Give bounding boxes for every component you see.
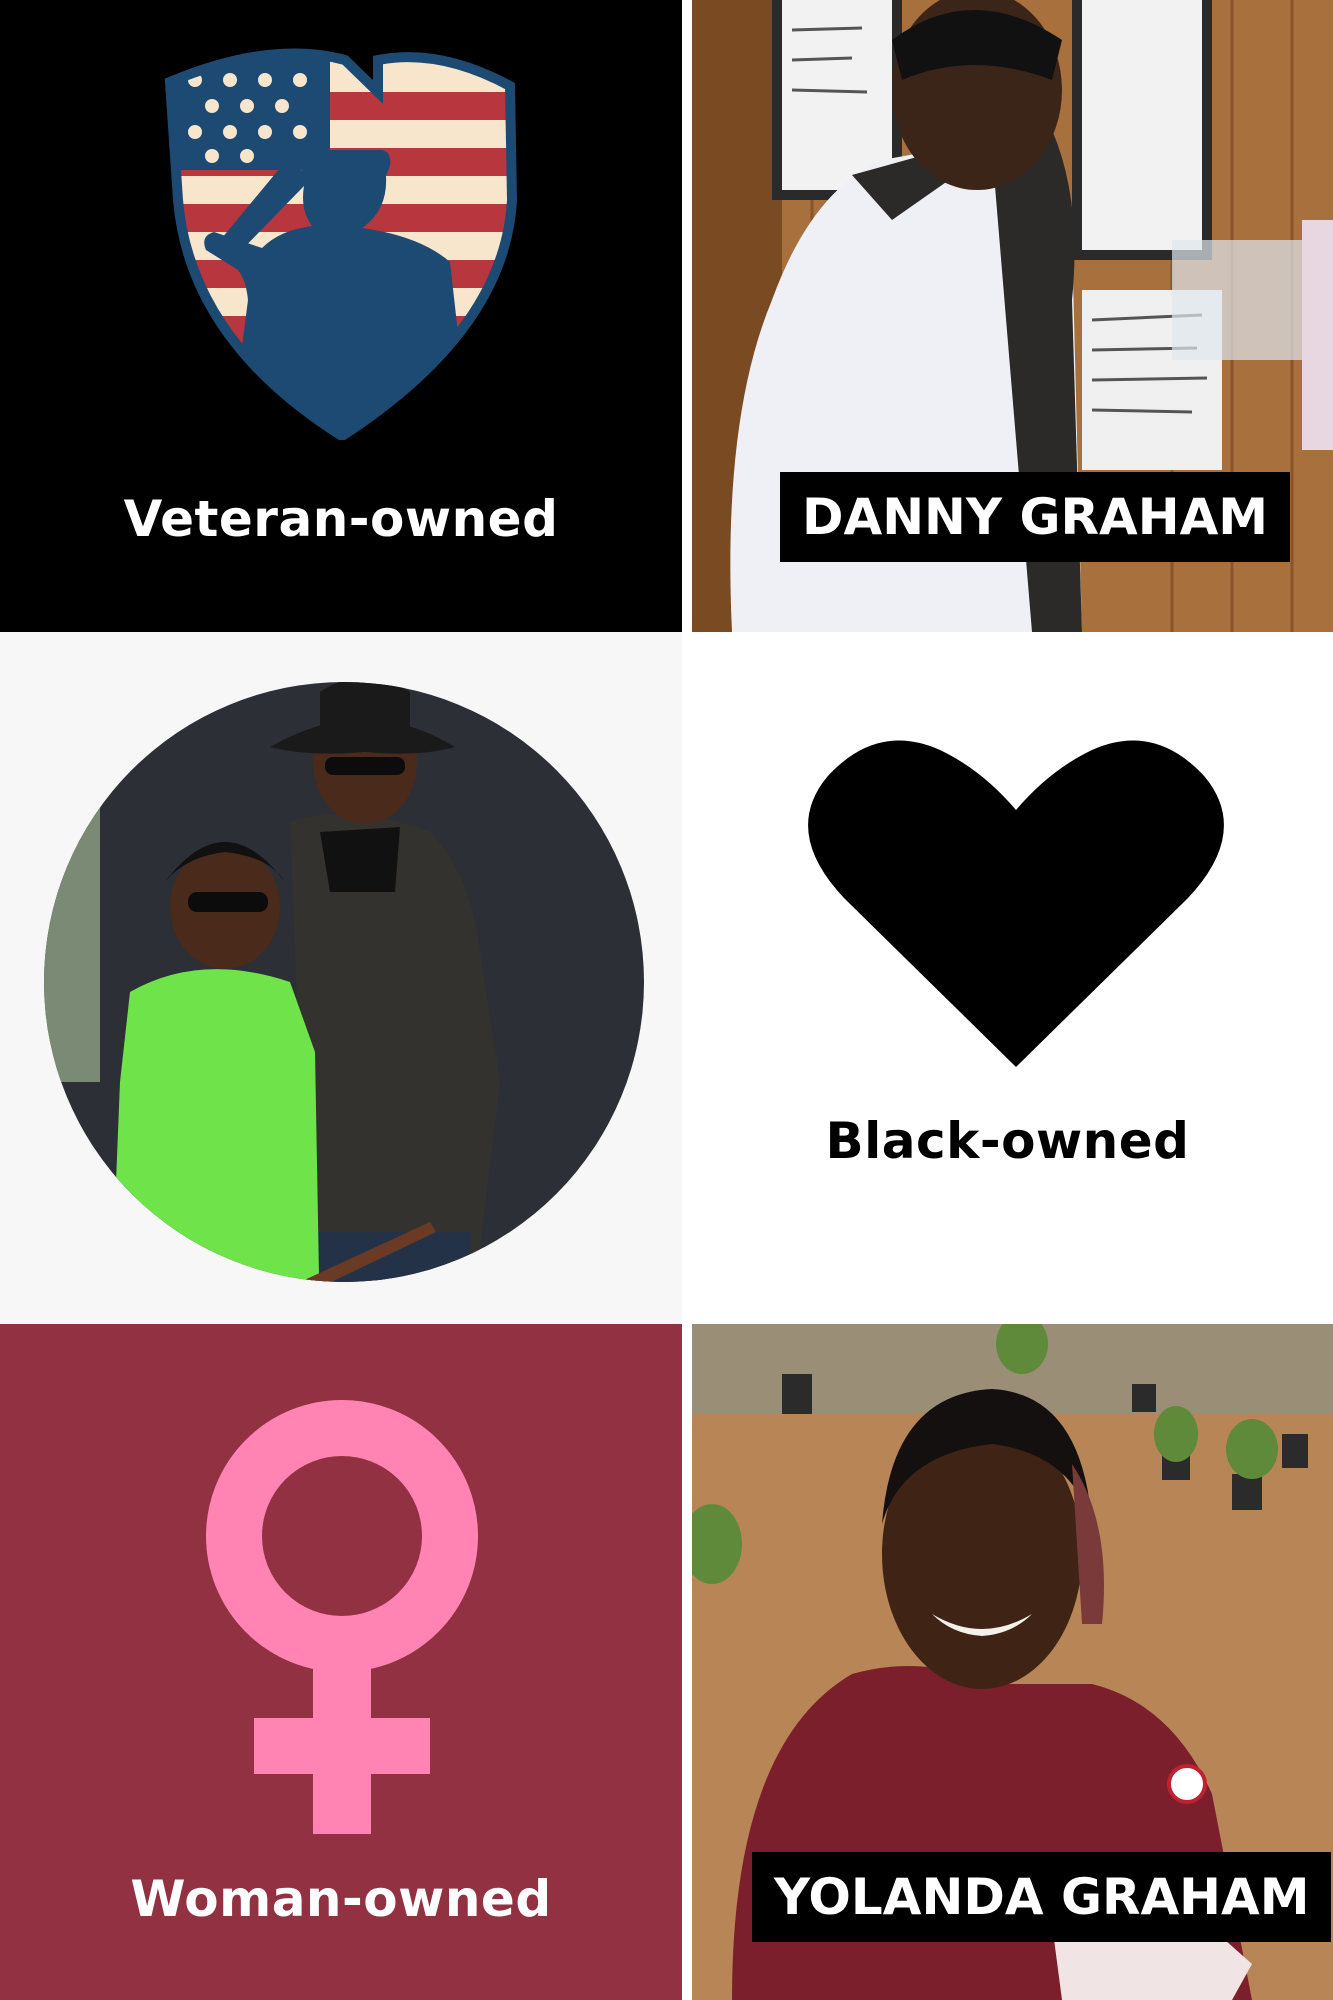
heart-icon	[808, 740, 1224, 1067]
danny-graham-photo-tile: DANNY GRAHAM	[692, 0, 1333, 632]
black-owned-tile: Black-owned	[682, 632, 1333, 1324]
black-owned-caption: Black-owned	[825, 1112, 1190, 1170]
female-symbol-icon	[206, 1400, 478, 1834]
woman-owned-tile: Woman-owned	[0, 1324, 682, 2000]
veteran-owned-caption: Veteran-owned	[123, 490, 559, 548]
saluting-soldier-flag-shield-icon	[164, 48, 518, 440]
couple-circular-photo	[44, 682, 644, 1282]
veteran-owned-tile: Veteran-owned	[0, 0, 682, 632]
woman-owned-caption: Woman-owned	[130, 1870, 552, 1928]
yolanda-graham-name-label: YOLANDA GRAHAM	[752, 1852, 1332, 1942]
yolanda-graham-photo-tile: YOLANDA GRAHAM	[692, 1324, 1333, 2000]
danny-graham-name-label: DANNY GRAHAM	[780, 472, 1291, 562]
collage-grid: Veteran-owned DANNY GRAHAM Black-owned W…	[0, 0, 1333, 2000]
couple-photo-tile	[0, 632, 682, 1324]
